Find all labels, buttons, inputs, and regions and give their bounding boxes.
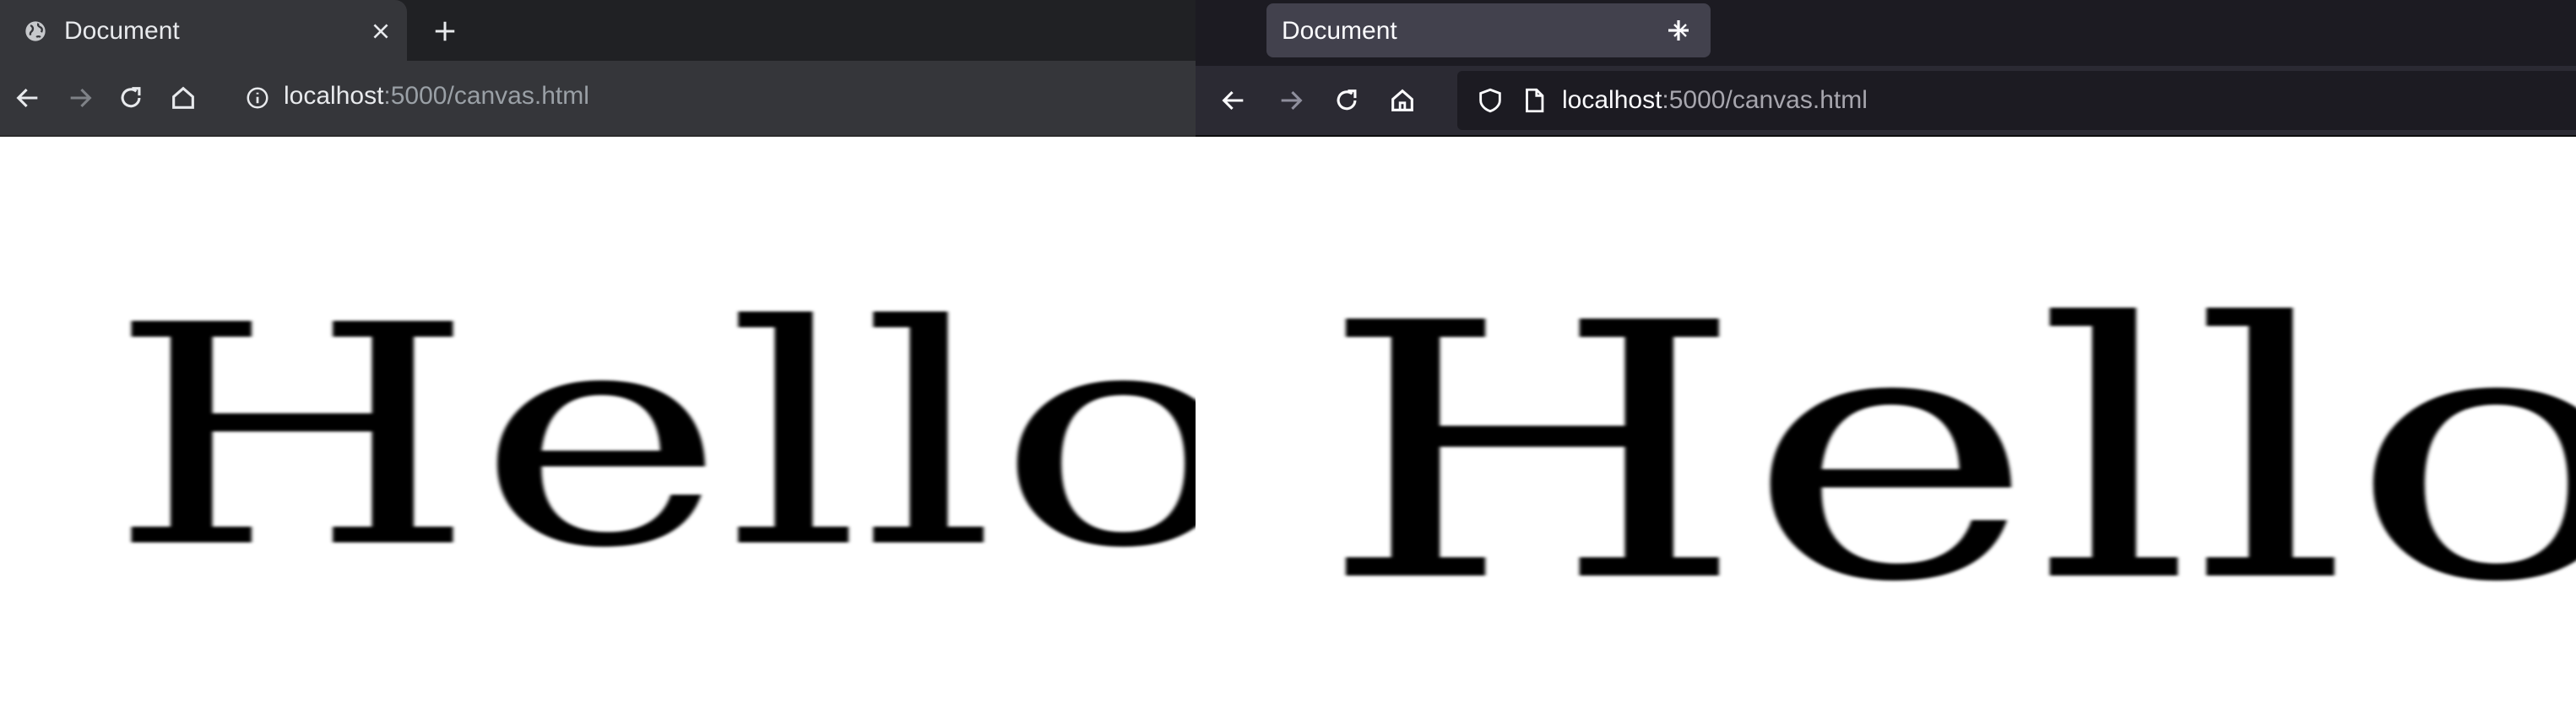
address-bar[interactable]: localhost:5000/canvas.html	[1457, 71, 2576, 130]
back-arrow-icon[interactable]	[14, 84, 42, 112]
forward-arrow-icon[interactable]	[66, 84, 95, 112]
reload-icon[interactable]	[117, 84, 145, 112]
left-browser-window: Document localhost:5000/canvas.html Hell…	[0, 0, 1196, 715]
url-text[interactable]: localhost:5000/canvas.html	[1562, 86, 1868, 115]
url-path: :5000/canvas.html	[383, 82, 589, 110]
tab-title: Document	[64, 17, 180, 45]
toolbar: localhost:5000/canvas.html	[1196, 66, 2576, 137]
url-path: :5000/canvas.html	[1662, 86, 1868, 114]
canvas-text: Hello	[1319, 248, 2576, 659]
url-host: localhost	[1562, 86, 1662, 114]
address-bar[interactable]: localhost:5000/canvas.html	[230, 71, 1175, 125]
toolbar: localhost:5000/canvas.html	[0, 61, 1196, 137]
back-arrow-icon[interactable]	[1219, 86, 1248, 115]
globe-icon	[25, 21, 46, 41]
tab-title: Document	[1282, 17, 1397, 45]
tab-strip: Document	[1196, 0, 2576, 66]
plus-icon[interactable]	[432, 19, 458, 44]
active-tab[interactable]: Document	[0, 0, 407, 61]
forward-arrow-icon[interactable]	[1277, 86, 1305, 115]
home-icon[interactable]	[1388, 86, 1417, 115]
canvas-text: Hello	[108, 260, 1196, 615]
page-icon	[1526, 88, 1544, 113]
tab-strip: Document	[0, 0, 1196, 61]
close-icon[interactable]	[370, 20, 392, 42]
info-icon[interactable]	[245, 85, 270, 111]
right-browser-window: Document localhost:5000/canvas.html Hell…	[1196, 0, 2576, 715]
url-text[interactable]: localhost:5000/canvas.html	[284, 82, 589, 111]
page-content: Hello	[1196, 137, 2576, 715]
page-content: Hello	[0, 137, 1196, 715]
url-host: localhost	[284, 82, 384, 110]
active-tab[interactable]: Document	[1266, 3, 1711, 57]
home-icon[interactable]	[169, 84, 198, 112]
reload-icon[interactable]	[1332, 86, 1361, 115]
plus-icon[interactable]	[1665, 17, 1692, 44]
shield-icon[interactable]	[1476, 86, 1505, 115]
